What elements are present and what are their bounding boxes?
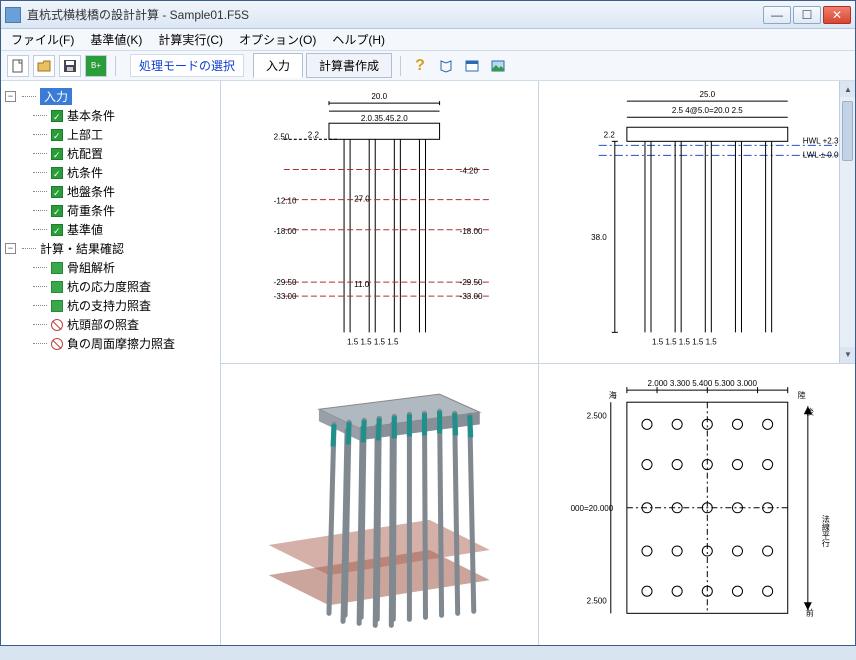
svg-text:LWL ± 0.00: LWL ± 0.00 bbox=[802, 150, 843, 159]
pane-elevation-1[interactable]: 20.0 2.0.35.45.2.0 2.50 2.2 bbox=[221, 81, 538, 363]
svg-text:11.0: 11.0 bbox=[354, 280, 370, 289]
scrollbar-vertical[interactable]: ▲ ▼ bbox=[839, 81, 855, 363]
svg-text:2.2: 2.2 bbox=[603, 130, 615, 139]
menu-help[interactable]: ヘルプ(H) bbox=[326, 29, 391, 50]
toolbar: B+ 処理モードの選択 入力 計算書作成 ? bbox=[1, 51, 855, 81]
scroll-thumb[interactable] bbox=[842, 101, 853, 161]
tree-root-results[interactable]: −計算・結果確認 bbox=[5, 239, 216, 258]
svg-text:-18.00: -18.00 bbox=[460, 227, 483, 236]
svg-text:-12.10: -12.10 bbox=[274, 197, 297, 206]
svg-text:陸: 陸 bbox=[797, 390, 805, 400]
tree-panel[interactable]: −入力 基本条件 上部工 杭配置 杭条件 地盤条件 荷重条件 基準値 −計算・結… bbox=[1, 81, 221, 645]
pane-plan[interactable]: 2.000 3.300 5.400 5.300 3.000 海 陸 後 前 法線… bbox=[539, 364, 856, 646]
svg-text:-33.00: -33.00 bbox=[460, 292, 483, 301]
tree-item[interactable]: 杭の支持力照査 bbox=[33, 296, 216, 315]
tree-item[interactable]: 上部工 bbox=[33, 125, 216, 144]
svg-text:2.000 3.300 5.400 5.300 3.00: 2.000 3.300 5.400 5.300 3.000 bbox=[647, 379, 757, 388]
svg-text:2.50: 2.50 bbox=[274, 132, 290, 141]
export-button[interactable]: B+ bbox=[85, 55, 107, 77]
minimize-button[interactable]: — bbox=[763, 6, 791, 24]
tree-item[interactable]: 骨組解析 bbox=[33, 258, 216, 277]
mode-label: 処理モードの選択 bbox=[130, 54, 244, 77]
svg-text:2.5 4@5.0=20.0 2.5: 2.5 4@5.0=20.0 2.5 bbox=[671, 106, 742, 115]
tree-root-input[interactable]: −入力 bbox=[5, 87, 216, 106]
svg-text:38.0: 38.0 bbox=[591, 233, 607, 242]
help-button[interactable]: ? bbox=[409, 55, 431, 77]
tree-item[interactable]: 基準値 bbox=[33, 220, 216, 239]
pane-elevation-2[interactable]: 25.0 2.5 4@5.0=20.0 2.5 2.2 HWL +2.36 LW… bbox=[539, 81, 856, 363]
svg-text:20.0: 20.0 bbox=[371, 92, 387, 101]
svg-text:法線平行: 法線平行 bbox=[821, 513, 830, 547]
svg-text:-29.50: -29.50 bbox=[274, 278, 297, 287]
svg-text:-33.00: -33.00 bbox=[274, 292, 297, 301]
tree-item[interactable]: 杭配置 bbox=[33, 144, 216, 163]
open-button[interactable] bbox=[33, 55, 55, 77]
tree-item[interactable]: 荷重条件 bbox=[33, 201, 216, 220]
tab-input[interactable]: 入力 bbox=[253, 53, 303, 78]
svg-text:25.0: 25.0 bbox=[699, 90, 715, 99]
menu-bar: ファイル(F) 基準値(K) 計算実行(C) オプション(O) ヘルプ(H) bbox=[1, 29, 855, 51]
tree-item[interactable]: 負の周面摩擦力照査 bbox=[33, 334, 216, 353]
svg-text:2.2: 2.2 bbox=[308, 130, 320, 139]
app-icon bbox=[5, 7, 21, 23]
tool-picture-button[interactable] bbox=[487, 55, 509, 77]
menu-kijun[interactable]: 基準値(K) bbox=[84, 29, 148, 50]
svg-text:前: 前 bbox=[805, 607, 813, 617]
content-area: −入力 基本条件 上部工 杭配置 杭条件 地盤条件 荷重条件 基準値 −計算・結… bbox=[1, 81, 855, 645]
save-button[interactable] bbox=[59, 55, 81, 77]
svg-text:1.5 1.5 1.5 1.5: 1.5 1.5 1.5 1.5 bbox=[347, 337, 399, 346]
tree-item[interactable]: 杭条件 bbox=[33, 163, 216, 182]
svg-text:2.500: 2.500 bbox=[586, 596, 607, 605]
pane-3d[interactable] bbox=[221, 364, 538, 646]
view-grid: 20.0 2.0.35.45.2.0 2.50 2.2 bbox=[221, 81, 855, 645]
tree-item[interactable]: 杭の応力度照査 bbox=[33, 277, 216, 296]
tree-item[interactable]: 地盤条件 bbox=[33, 182, 216, 201]
svg-text:海: 海 bbox=[608, 390, 616, 400]
svg-text:2.0.35.45.2.0: 2.0.35.45.2.0 bbox=[361, 114, 408, 123]
window-title: 直杭式横桟橋の設計計算 - Sample01.F5S bbox=[27, 6, 763, 23]
app-window: 直杭式横桟橋の設計計算 - Sample01.F5S — ☐ ✕ ファイル(F)… bbox=[0, 0, 856, 646]
menu-option[interactable]: オプション(O) bbox=[233, 29, 322, 50]
tool-window-button[interactable] bbox=[461, 55, 483, 77]
menu-calc[interactable]: 計算実行(C) bbox=[152, 29, 229, 50]
scroll-up[interactable]: ▲ bbox=[840, 81, 855, 97]
maximize-button[interactable]: ☐ bbox=[793, 6, 821, 24]
svg-text:27.0: 27.0 bbox=[354, 195, 370, 204]
svg-text:000=20.000: 000=20.000 bbox=[570, 503, 613, 512]
menu-file[interactable]: ファイル(F) bbox=[5, 29, 80, 50]
new-button[interactable] bbox=[7, 55, 29, 77]
tree-item[interactable]: 基本条件 bbox=[33, 106, 216, 125]
close-button[interactable]: ✕ bbox=[823, 6, 851, 24]
svg-text:-29.50: -29.50 bbox=[460, 278, 483, 287]
svg-text:-4.20: -4.20 bbox=[460, 166, 479, 175]
svg-text:2.500: 2.500 bbox=[586, 411, 607, 420]
svg-text:1.5 1.5 1.5 1.5 1.5: 1.5 1.5 1.5 1.5 1.5 bbox=[652, 337, 717, 346]
svg-text:-18.00: -18.00 bbox=[274, 227, 297, 236]
tree-item[interactable]: 杭頭部の照査 bbox=[33, 315, 216, 334]
svg-text:HWL +2.36: HWL +2.36 bbox=[802, 136, 843, 145]
tab-report[interactable]: 計算書作成 bbox=[306, 53, 392, 78]
tool-book-button[interactable] bbox=[435, 55, 457, 77]
title-bar: 直杭式横桟橋の設計計算 - Sample01.F5S — ☐ ✕ bbox=[1, 1, 855, 29]
scroll-down[interactable]: ▼ bbox=[840, 347, 855, 363]
